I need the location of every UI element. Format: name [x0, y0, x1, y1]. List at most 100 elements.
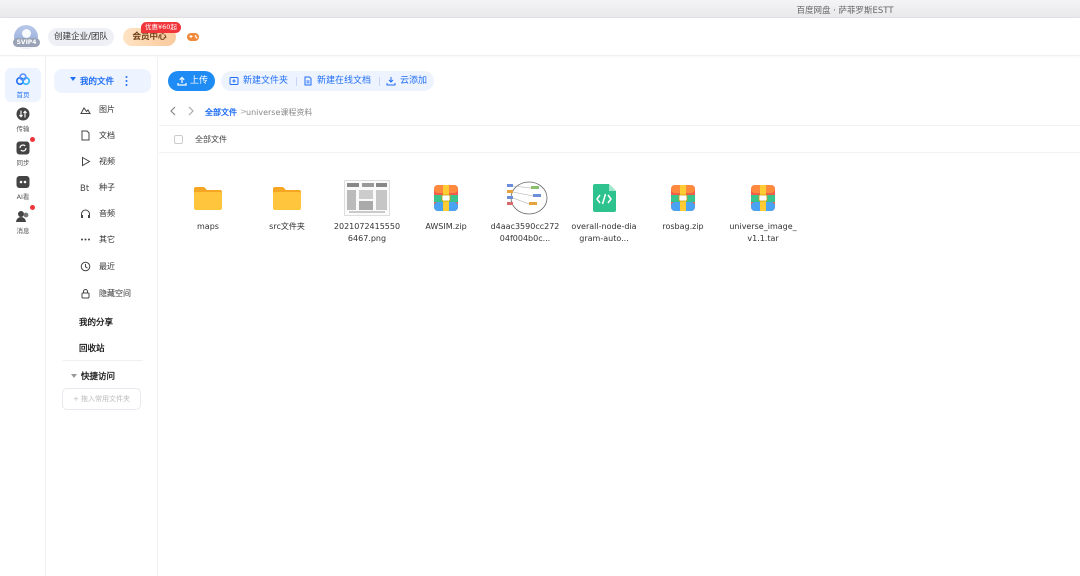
- file-item-code[interactable]: overall-node-diagram-auto...: [569, 176, 639, 256]
- transfer-icon: [16, 107, 30, 121]
- toolbar-divider: [379, 77, 380, 86]
- sidebar-my-files[interactable]: 我的文件: [54, 69, 151, 93]
- sidebar-item-hidden-space[interactable]: 隐藏空间: [77, 285, 157, 303]
- file-item-awsim-zip[interactable]: AWSIM.zip: [411, 176, 481, 256]
- select-all-checkbox[interactable]: [174, 135, 183, 144]
- svip-badge: SVIP4: [13, 38, 40, 47]
- file-name: universe_image_v1.1.tar: [729, 222, 797, 243]
- file-item-src[interactable]: src文件夹: [252, 176, 322, 256]
- zip-archive-icon: [751, 185, 775, 211]
- rail-item-sync[interactable]: 同步: [5, 136, 41, 170]
- file-item-maps[interactable]: maps: [173, 176, 243, 256]
- bt-icon: Bt: [80, 184, 90, 193]
- sidebar-item-label: 视频: [99, 157, 115, 166]
- rail-label: 同步: [16, 159, 30, 167]
- sync-icon: [16, 141, 30, 155]
- rail-item-home[interactable]: 首页: [5, 68, 41, 102]
- left-rail: 首页 传输 同步 AI看 消息: [0, 57, 46, 576]
- avatar-head: [22, 29, 31, 38]
- pin-folder-button[interactable]: + 拖入常用文件夹: [62, 388, 141, 410]
- sidebar-item-videos[interactable]: 视频: [77, 153, 157, 171]
- svg-text:Bt: Bt: [80, 184, 90, 193]
- file-item-png[interactable]: 20210724155506467.png: [332, 176, 402, 256]
- my-files-label: 我的文件: [80, 77, 115, 87]
- download-icon: [386, 77, 396, 86]
- window-title: 百度网盘 · 萨菲罗斯ESTT: [796, 6, 894, 16]
- file-name: overall-node-diagram-auto...: [571, 222, 637, 243]
- folder-icon: [194, 187, 222, 210]
- cloud-icon: [15, 73, 31, 86]
- folder-icon: [273, 187, 301, 210]
- new-doc-label: 新建在线文档: [317, 76, 372, 86]
- file-list-header: 全部文件: [159, 125, 1080, 153]
- document-icon: [81, 130, 90, 141]
- sidebar-recycle-bin[interactable]: 回收站: [79, 342, 105, 354]
- video-icon: [82, 156, 91, 167]
- zip-archive-icon: [434, 185, 458, 211]
- toolbar-divider: [296, 77, 297, 86]
- caret-down-icon: [70, 77, 76, 81]
- message-notification-dot: [30, 205, 35, 210]
- audio-icon: [81, 209, 90, 218]
- rail-label: AI看: [16, 193, 30, 201]
- image-thumbnail-icon: [344, 180, 390, 216]
- rail-label: 传输: [16, 125, 30, 133]
- sidebar-item-documents[interactable]: 文档: [77, 127, 157, 145]
- sidebar-divider: [63, 360, 143, 361]
- sidebar: 我的文件 图片 文档 视频 Bt 种子 音频 其它 最近 隐藏空间 我的分享 回…: [47, 57, 158, 576]
- sidebar-item-label: 图片: [99, 105, 115, 114]
- sidebar-item-torrents[interactable]: Bt 种子: [77, 179, 157, 197]
- lock-icon: [81, 289, 90, 299]
- message-icon: [16, 211, 29, 222]
- new-doc-icon: [304, 76, 312, 86]
- list-header-label: 全部文件: [195, 135, 227, 144]
- forward-arrow-icon[interactable]: [186, 105, 196, 117]
- code-file-icon: [593, 184, 616, 212]
- sidebar-item-label: 其它: [99, 235, 115, 244]
- diagram-thumbnail-icon: [503, 178, 549, 218]
- sidebar-item-recent[interactable]: 最近: [77, 258, 157, 276]
- file-name: AWSIM.zip: [425, 222, 467, 231]
- upload-label: 上传: [190, 76, 209, 86]
- sidebar-my-share[interactable]: 我的分享: [79, 316, 113, 328]
- sidebar-item-label: 音频: [99, 209, 115, 218]
- file-item-diagram-image[interactable]: d4aac3590cc27204f004b0c...: [490, 176, 560, 256]
- vertical-more-icon[interactable]: [125, 75, 128, 87]
- rail-label: 消息: [16, 227, 30, 235]
- file-item-universe-tar[interactable]: universe_image_v1.1.tar: [728, 176, 798, 256]
- toolbar-actions: 新建文件夹 新建在线文档 云添加: [221, 71, 434, 91]
- zip-archive-icon: [671, 185, 695, 211]
- game-controller-icon[interactable]: [186, 30, 200, 43]
- recent-icon: [80, 261, 91, 272]
- rail-item-ai[interactable]: AI看: [5, 170, 41, 204]
- upload-button[interactable]: 上传: [168, 71, 215, 91]
- sidebar-item-label: 隐藏空间: [99, 289, 131, 298]
- sidebar-item-label: 种子: [99, 183, 115, 192]
- rail-item-transfer[interactable]: 传输: [5, 102, 41, 136]
- back-arrow-icon[interactable]: [168, 105, 178, 117]
- rail-item-message[interactable]: 消息: [5, 204, 41, 238]
- image-icon: [80, 107, 91, 114]
- sidebar-item-label: 最近: [99, 262, 115, 271]
- sidebar-item-other[interactable]: 其它: [77, 231, 157, 249]
- more-icon: [81, 238, 90, 241]
- file-item-rosbag-zip[interactable]: rosbag.zip: [648, 176, 718, 256]
- app-header: SVIP4 创建企业/团队 会员中心 优惠¥60起: [0, 18, 1080, 56]
- ai-icon: [16, 176, 30, 188]
- sidebar-item-images[interactable]: 图片: [77, 101, 157, 119]
- sidebar-item-label: 文档: [99, 131, 115, 140]
- window-titlebar: 百度网盘 · 萨菲罗斯ESTT: [0, 0, 1080, 18]
- new-folder-icon: [229, 77, 239, 85]
- file-name: src文件夹: [269, 222, 305, 231]
- cloud-add-label: 云添加: [400, 76, 428, 86]
- upload-icon: [177, 76, 187, 86]
- caret-down-icon: [71, 374, 77, 378]
- file-name: d4aac3590cc27204f004b0c...: [490, 222, 560, 243]
- file-name: rosbag.zip: [662, 222, 704, 231]
- sidebar-item-audio[interactable]: 音频: [77, 205, 157, 223]
- breadcrumb-root[interactable]: 全部文件: [205, 107, 237, 118]
- quick-access-label: 快捷访问: [81, 372, 116, 382]
- file-name: 20210724155506467.png: [333, 222, 401, 243]
- sync-notification-dot: [30, 137, 35, 142]
- create-team-button[interactable]: 创建企业/团队: [48, 28, 114, 46]
